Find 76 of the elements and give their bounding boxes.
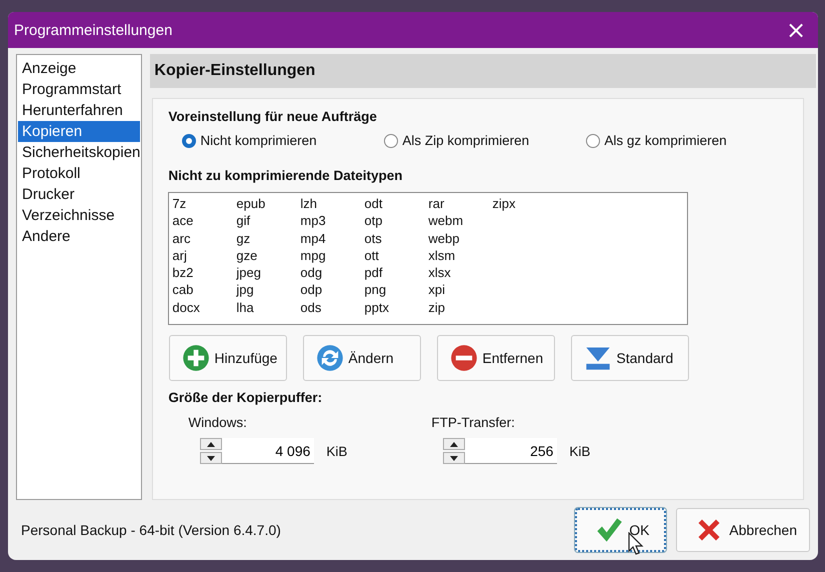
list-item[interactable]: odg xyxy=(300,264,364,282)
list-item[interactable]: ods xyxy=(300,298,364,316)
section-heading: Größe der Kopierpuffer: xyxy=(168,390,324,405)
list-item[interactable]: pdf xyxy=(364,264,428,282)
number-field[interactable]: 4 096 xyxy=(222,438,314,464)
radio-button[interactable] xyxy=(384,134,398,148)
list-item[interactable]: xlsm xyxy=(428,246,492,264)
radio-option[interactable]: Nicht komprimieren xyxy=(182,133,384,148)
list-item[interactable]: png xyxy=(364,281,428,299)
list-item[interactable]: gz xyxy=(236,230,300,247)
list-item[interactable]: odp xyxy=(300,281,364,299)
close-button[interactable]: × xyxy=(774,12,818,48)
radio-button[interactable] xyxy=(182,134,196,148)
list-item[interactable]: gif xyxy=(236,212,300,230)
list-item[interactable]: arj xyxy=(172,246,236,264)
list-item[interactable]: ots xyxy=(364,230,428,247)
list-item[interactable]: ace xyxy=(172,212,236,230)
list-item[interactable]: pptx xyxy=(364,298,428,316)
radio-button[interactable] xyxy=(586,134,600,148)
radio-option[interactable]: Als gz komprimieren xyxy=(586,133,788,148)
list-item[interactable]: docx xyxy=(172,298,236,316)
category-item[interactable]: Anzeige xyxy=(18,58,140,79)
window-title: Programmeinstellungen xyxy=(14,22,172,38)
list-item[interactable]: mpg xyxy=(300,246,364,264)
ok-button[interactable]: OK xyxy=(575,508,666,552)
number-field[interactable]: 256 xyxy=(465,438,558,464)
panel-title: Kopier-Einstellungen xyxy=(154,62,316,80)
category-item[interactable]: Programmstart xyxy=(18,79,140,100)
list-item[interactable]: lha xyxy=(236,298,300,316)
category-item[interactable]: Verzeichnisse xyxy=(18,205,140,226)
list-item[interactable]: webp xyxy=(428,230,492,247)
section-heading: Voreinstellung für neue Aufträge xyxy=(168,109,378,124)
check-icon xyxy=(595,516,624,544)
list-item[interactable]: gze xyxy=(236,246,300,264)
list-item[interactable]: bz2 xyxy=(172,264,236,282)
category-item[interactable]: Sicherheitskopien xyxy=(18,142,140,163)
list-item[interactable]: webm xyxy=(428,212,492,230)
minus-icon xyxy=(450,344,478,372)
category-item[interactable]: Herunterfahren xyxy=(18,100,140,121)
add-icon xyxy=(182,344,210,372)
list-item[interactable]: odt xyxy=(364,195,428,212)
list-item[interactable]: lzh xyxy=(300,195,364,212)
list-item[interactable]: zip xyxy=(428,298,492,316)
list-item[interactable]: jpeg xyxy=(236,264,300,282)
version-text: Personal Backup - 64-bit (Version 6.4.7.0) xyxy=(21,522,281,538)
spin-button[interactable] xyxy=(443,438,466,464)
action-button[interactable]: Entfernen xyxy=(437,335,556,381)
list-item[interactable]: xpi xyxy=(428,281,492,299)
list-item[interactable]: jpg xyxy=(236,281,300,299)
list-item[interactable]: rar xyxy=(428,195,492,212)
refresh-icon xyxy=(316,344,344,372)
list-item[interactable]: mp4 xyxy=(300,230,364,247)
list-item[interactable]: mp3 xyxy=(300,212,364,230)
category-item[interactable]: Drucker xyxy=(18,184,140,205)
action-button[interactable]: Ändern xyxy=(303,335,422,381)
action-button[interactable]: Hinzufüge xyxy=(169,335,288,381)
list-item[interactable]: cab xyxy=(172,281,236,299)
category-item[interactable]: Protokoll xyxy=(18,163,140,184)
action-button[interactable]: Standard xyxy=(571,335,690,381)
cancel-button[interactable]: Abbrechen xyxy=(676,508,810,552)
unit-label: KiB xyxy=(569,444,590,458)
list-item[interactable]: xlsx xyxy=(428,264,492,282)
list-item[interactable]: arc xyxy=(172,230,236,247)
list-item[interactable]: epub xyxy=(236,195,300,212)
list-item[interactable]: ott xyxy=(364,246,428,264)
list-item[interactable]: otp xyxy=(364,212,428,230)
section-heading: Nicht zu komprimierende Dateitypen xyxy=(168,168,404,183)
list-item[interactable]: 7z xyxy=(172,195,236,212)
field-label: FTP-Transfer: xyxy=(431,415,516,430)
radio-option[interactable]: Als Zip komprimieren xyxy=(384,133,586,148)
list-item[interactable]: zipx xyxy=(492,195,556,212)
spin-button[interactable] xyxy=(200,438,222,464)
category-item[interactable]: Kopieren xyxy=(18,121,140,142)
unit-label: KiB xyxy=(326,444,348,458)
category-item[interactable]: Andere xyxy=(18,226,140,247)
field-label: Windows: xyxy=(188,415,248,430)
